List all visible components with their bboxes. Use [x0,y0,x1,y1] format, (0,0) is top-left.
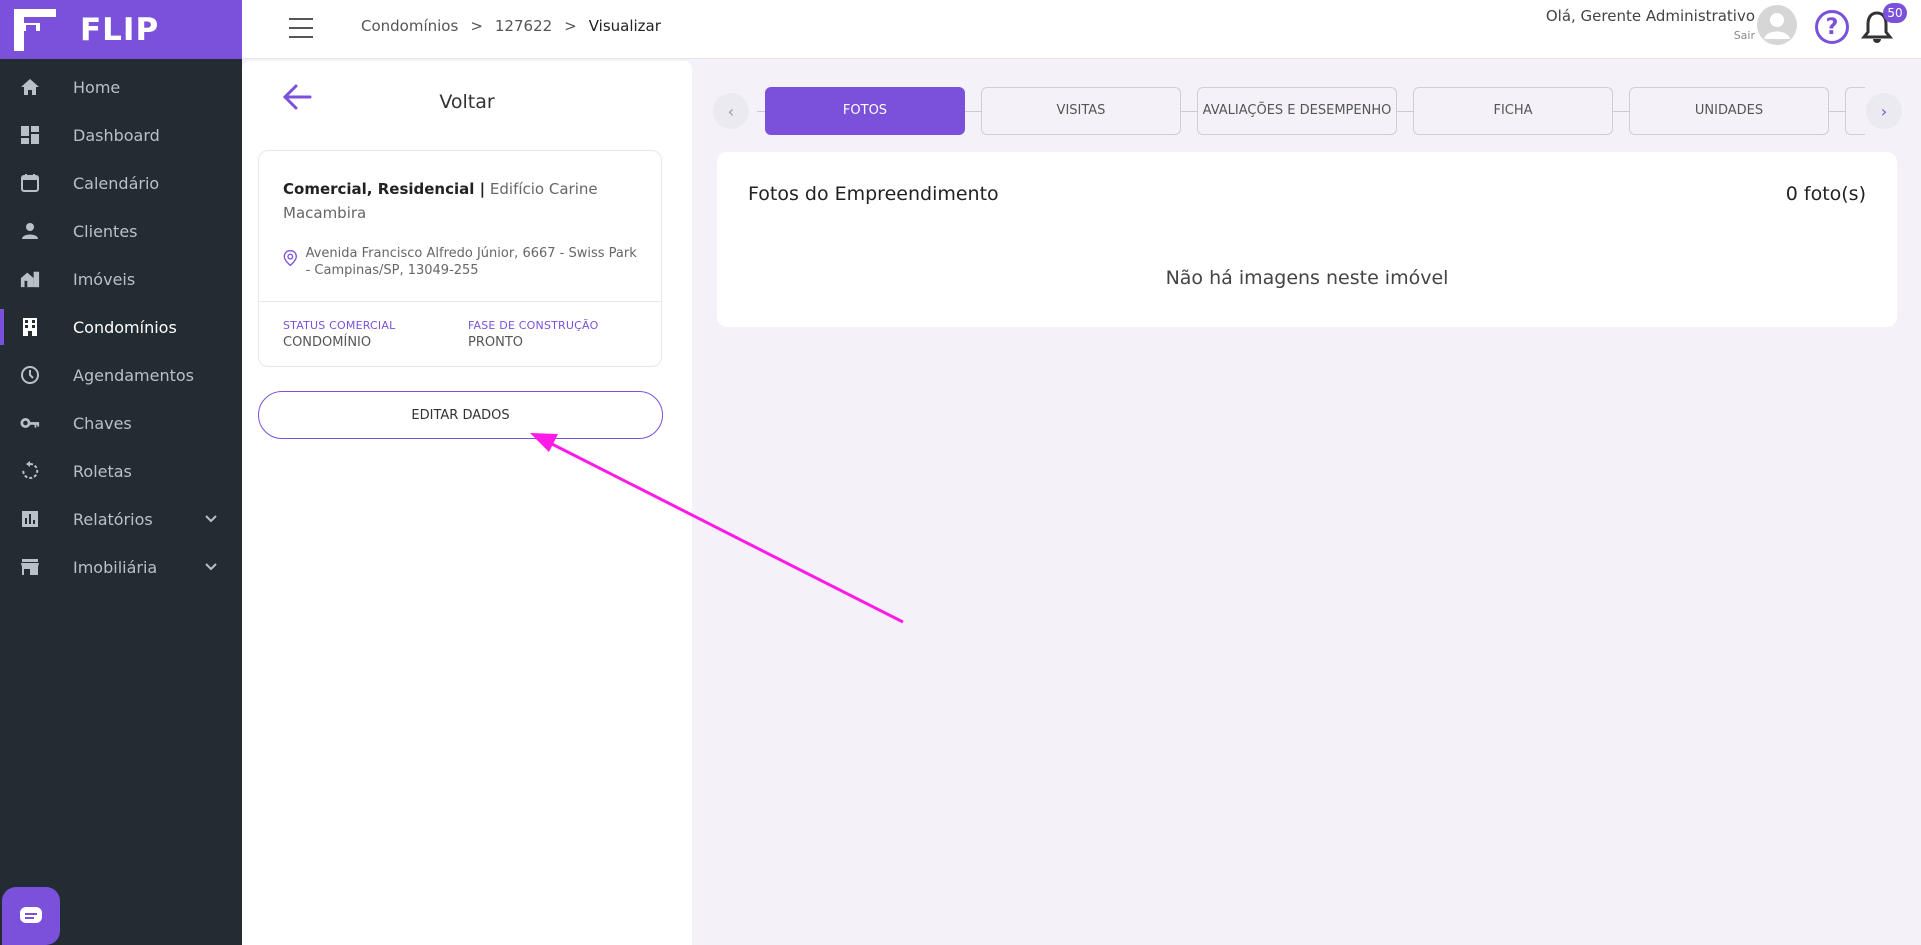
house-icon [20,269,40,289]
dashboard-icon [20,125,40,145]
tab-next-partial[interactable] [1845,87,1865,135]
photos-empty-message: Não há imagens neste imóvel [1165,267,1449,289]
user-info: Olá, Gerente Administrativo Sair [1546,7,1755,42]
address-row: Avenida Francisco Alfredo Júnior, 6667 -… [283,245,643,279]
sidebar-item-imoveis[interactable]: Imóveis [0,255,242,303]
sidebar-item-label: Relatórios [73,509,153,529]
calendar-icon [20,173,40,193]
logo-bar[interactable]: FLIP [0,0,242,59]
sidebar-item-label: Calendário [73,173,160,193]
photos-count: 0 foto(s) [1785,183,1866,205]
sidebar-item-label: Condomínios [73,317,177,337]
property-title: Comercial, Residencial | Edifício Carine… [283,177,643,225]
building-icon [20,317,40,337]
tab-avaliacoes[interactable]: AVALIAÇÕES E DESEMPENHO [1197,87,1397,135]
breadcrumb-id[interactable]: 127622 [495,17,552,35]
top-bar: Condomínios > 127622 > Visualizar Olá, G… [242,0,1921,59]
sidebar-item-condominios[interactable]: Condomínios [0,303,242,351]
property-type: Comercial, Residencial | [283,180,486,198]
status-commercial: STATUS COMERCIAL CONDOMÍNIO [283,319,395,350]
sidebar-item-calendario[interactable]: Calendário [0,159,242,207]
sidebar-item-label: Dashboard [73,125,160,145]
property-detail-panel: Voltar Comercial, Residencial | Edifício… [242,61,692,945]
key-icon [20,413,40,433]
tab-fotos[interactable]: FOTOS [765,87,965,135]
rotate-icon [20,461,40,481]
chevron-down-icon[interactable] [204,559,218,578]
sidebar-item-chaves[interactable]: Chaves [0,399,242,447]
tabs-scroll-right-icon[interactable]: › [1866,93,1902,129]
sidebar-item-label: Imobiliária [73,557,158,577]
sidebar-item-home[interactable]: Home [0,63,242,111]
back-label[interactable]: Voltar [242,91,692,113]
user-greeting: Olá, Gerente Administrativo [1545,7,1755,25]
clock-icon [20,365,40,385]
status-commercial-value: CONDOMÍNIO [283,335,372,350]
property-address: Avenida Francisco Alfredo Júnior, 6667 -… [305,246,637,278]
sidebar-nav: Home Dashboard Calendário Clientes Imóve… [0,59,242,591]
sidebar-item-label: Agendamentos [73,365,195,385]
app-name: FLIP [80,11,160,48]
sidebar-item-label: Imóveis [73,269,136,289]
location-pin-icon [283,250,297,267]
back-row[interactable]: Voltar [242,79,692,123]
breadcrumb-separator: > [470,17,483,35]
store-icon [20,557,40,577]
photos-panel: Fotos do Empreendimento 0 foto(s) Não há… [717,152,1897,327]
construction-phase-value: PRONTO [468,335,524,350]
photos-title: Fotos do Empreendimento [748,183,999,205]
avatar[interactable] [1757,5,1797,45]
breadcrumb-condominios[interactable]: Condomínios [361,17,458,35]
sidebar-item-dashboard[interactable]: Dashboard [0,111,242,159]
sidebar-item-agendamentos[interactable]: Agendamentos [0,351,242,399]
flip-logo-icon [12,7,58,53]
chart-icon [20,509,40,529]
breadcrumb-separator: > [564,17,577,35]
sidebar-item-label: Clientes [73,221,138,241]
person-icon [20,221,40,241]
sidebar-item-clientes[interactable]: Clientes [0,207,242,255]
home-icon [20,77,40,97]
chevron-down-icon[interactable] [204,511,218,530]
breadcrumb: Condomínios > 127622 > Visualizar [361,17,661,35]
sidebar-item-roletas[interactable]: Roletas [0,447,242,495]
sidebar-item-label: Roletas [73,461,132,481]
construction-phase-label: FASE DE CONSTRUÇÃO [468,319,599,332]
status-commercial-label: STATUS COMERCIAL [283,319,396,332]
tabs-scroll-left-icon[interactable]: ‹ [713,93,749,129]
property-card: Comercial, Residencial | Edifício Carine… [258,150,662,367]
tab-unidades[interactable]: UNIDADES [1629,87,1829,135]
tab-ficha[interactable]: FICHA [1413,87,1613,135]
notification-count-badge: 50 [1883,3,1907,23]
logout-link[interactable]: Sair [1546,29,1755,42]
sidebar-item-relatorios[interactable]: Relatórios [0,495,242,543]
breadcrumb-current: Visualizar [588,17,661,35]
tabs-bar: ‹ FOTOS VISITAS AVALIAÇÕES E DESEMPENHO … [713,87,1902,135]
help-button[interactable]: ? [1815,10,1849,44]
card-divider [259,301,661,302]
edit-data-button[interactable]: EDITAR DADOS [258,391,663,439]
sidebar: FLIP Home Dashboard Calendário Clientes [0,0,242,945]
tab-visitas[interactable]: VISITAS [981,87,1181,135]
sidebar-item-imobiliaria[interactable]: Imobiliária [0,543,242,591]
sidebar-item-label: Chaves [73,413,132,433]
user-avatar-icon [1764,13,1790,39]
hamburger-menu-icon[interactable] [289,18,313,38]
construction-phase: FASE DE CONSTRUÇÃO PRONTO [468,319,598,350]
chat-button[interactable] [2,887,60,945]
sidebar-item-label: Home [73,77,121,97]
chat-icon [20,907,42,923]
